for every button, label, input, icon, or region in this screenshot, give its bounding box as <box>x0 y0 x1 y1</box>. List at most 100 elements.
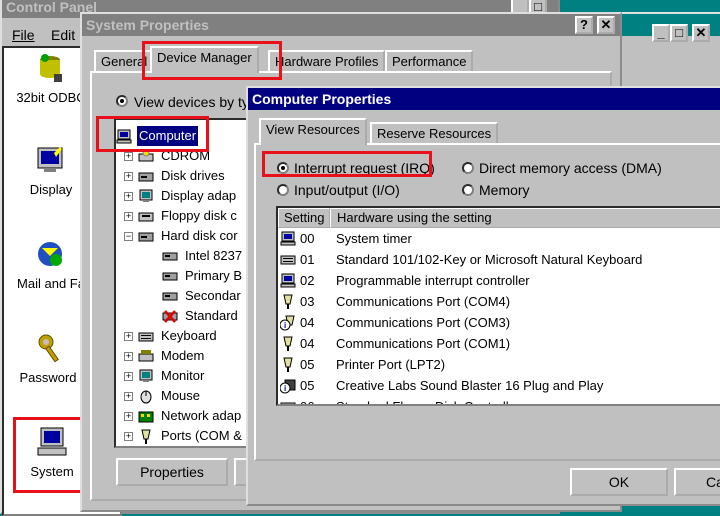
expand-icon[interactable]: + <box>124 352 133 361</box>
resource-row[interactable]: 00 System timer <box>278 228 720 249</box>
background-close-button[interactable]: ✕ <box>692 24 710 42</box>
column-hardware-label: Hardware using the setting <box>337 210 492 225</box>
resource-setting: 05 <box>300 378 315 393</box>
computer-properties-titlebar[interactable]: Computer Properties <box>248 88 720 110</box>
list-header: Setting Hardware using the setting <box>278 208 720 228</box>
expand-icon[interactable]: + <box>124 192 133 201</box>
cancel-button[interactable]: Ca <box>674 468 720 496</box>
controller-icon <box>162 269 178 283</box>
menu-edit[interactable]: Edit <box>51 27 75 43</box>
dma-label[interactable]: Direct memory access (DMA) <box>479 160 662 176</box>
resource-row[interactable]: 03 Communications Port (COM4) <box>278 291 720 312</box>
controller-icon <box>162 249 178 263</box>
computer-icon <box>280 231 296 246</box>
expand-icon[interactable]: + <box>124 172 133 181</box>
expand-icon[interactable]: + <box>124 392 133 401</box>
computer-properties-window: Computer Properties View Resources Reser… <box>246 86 720 506</box>
keyboard-icon <box>280 252 296 266</box>
computer-icon <box>37 427 67 456</box>
dma-radio[interactable] <box>462 162 474 174</box>
help-button[interactable]: ? <box>575 16 593 34</box>
tree-node-label: Secondar <box>185 288 241 303</box>
tree-node-label: Hard disk cor <box>161 228 238 243</box>
tree-node-label: Mouse <box>161 388 201 403</box>
memory-radio[interactable] <box>462 184 474 196</box>
disk-icon <box>138 169 154 183</box>
floppy-icon <box>138 209 154 223</box>
resource-row[interactable]: i 05 Creative Labs Sound Blaster 16 Plug a… <box>278 375 720 396</box>
resource-list[interactable]: Setting Hardware using the setting 00 Sys… <box>276 206 720 406</box>
tab-hardware-profiles[interactable]: Hardware Profiles <box>268 50 386 72</box>
resource-row[interactable]: i 04 Communications Port (COM3) <box>278 312 720 333</box>
tree-node-label: Intel 8237 <box>185 248 243 263</box>
resource-row[interactable]: 01 Standard 101/102-Key or Microsoft Natu… <box>278 249 720 270</box>
svg-text:i: i <box>284 321 286 330</box>
resource-row[interactable]: 02 Programmable interrupt controller <box>278 270 720 291</box>
expand-icon[interactable]: + <box>124 432 133 441</box>
view-by-type-radio[interactable] <box>116 95 128 107</box>
column-hardware[interactable]: Hardware using the setting <box>330 208 720 228</box>
resource-hardware: Printer Port (LPT2) <box>336 357 446 372</box>
tab-general[interactable]: General <box>94 50 155 72</box>
expand-icon[interactable]: + <box>124 332 133 341</box>
memory-label[interactable]: Memory <box>479 182 530 198</box>
tree-node-label: Standard <box>185 308 238 323</box>
resource-hardware: Communications Port (COM3) <box>336 315 511 330</box>
tab-performance[interactable]: Performance <box>385 50 474 72</box>
background-minimize-button[interactable]: _ <box>652 24 670 42</box>
menu-file[interactable]: File <box>12 27 35 43</box>
expand-icon[interactable]: + <box>124 212 133 221</box>
io-label[interactable]: Input/output (I/O) <box>294 182 400 198</box>
tree-node-label: Primary B <box>185 268 243 283</box>
resource-setting: 05 <box>300 357 315 372</box>
irq-label[interactable]: Interrupt request (IRQ) <box>294 160 435 176</box>
resource-row[interactable]: 05 Printer Port (LPT2) <box>278 354 720 375</box>
system-properties-close-button[interactable]: ✕ <box>597 16 615 34</box>
tab-device-manager[interactable]: Device Manager <box>150 46 259 73</box>
tree-node-label: Disk drives <box>161 168 225 183</box>
resource-setting: 01 <box>300 252 315 267</box>
computer-properties-title: Computer Properties <box>252 91 392 107</box>
irq-radio[interactable] <box>277 162 289 174</box>
column-setting-label: Setting <box>284 210 325 225</box>
mouse-icon <box>138 389 154 404</box>
resource-setting: 00 <box>300 231 315 246</box>
expand-icon[interactable]: + <box>124 372 133 381</box>
device-tree[interactable]: Computer + CDROM + Disk drives + Display adap +… <box>114 118 254 448</box>
tab-view-resources[interactable]: View Resources <box>259 118 367 145</box>
tab-general-label: General <box>101 54 148 69</box>
error-controller-icon <box>162 309 178 323</box>
column-setting[interactable]: Setting <box>278 208 330 228</box>
background-maximize-button[interactable]: □ <box>670 24 688 42</box>
tree-node-label: Display adap <box>161 188 237 203</box>
view-by-type-label[interactable]: View devices by typ <box>134 94 257 110</box>
expand-icon[interactable]: + <box>124 152 133 161</box>
tab-reserve-resources[interactable]: Reserve Resources <box>370 122 499 144</box>
monitor-icon <box>138 189 154 203</box>
system-properties-titlebar[interactable]: System Properties <box>82 14 620 36</box>
tab-performance-label: Performance <box>392 54 467 69</box>
key-icon <box>38 334 59 363</box>
resource-setting: 04 <box>300 336 315 351</box>
resource-hardware: Standard Floppy Disk Controller <box>336 396 520 404</box>
resource-row[interactable]: 06 Standard Floppy Disk Controller <box>278 396 720 404</box>
io-radio[interactable] <box>277 184 289 196</box>
computer-icon <box>116 129 132 144</box>
system-properties-title: System Properties <box>86 17 209 33</box>
properties-button-label: Properties <box>140 464 204 480</box>
tab-hardware-profiles-label: Hardware Profiles <box>275 54 379 69</box>
tree-node-label: Floppy disk c <box>161 208 237 223</box>
resource-hardware: Communications Port (COM1) <box>336 336 511 351</box>
tab-device-manager-label: Device Manager <box>157 50 252 65</box>
ok-button[interactable]: OK <box>570 468 668 496</box>
display-icon <box>37 147 63 172</box>
resource-setting: 03 <box>300 294 315 309</box>
properties-button[interactable]: Properties <box>116 458 228 486</box>
collapse-icon[interactable]: − <box>124 232 133 241</box>
expand-icon[interactable]: + <box>124 412 133 421</box>
tree-node-label: Monitor <box>161 368 205 383</box>
resource-row[interactable]: 04 Communications Port (COM1) <box>278 333 720 354</box>
ok-button-label: OK <box>608 474 630 490</box>
resource-hardware: Programmable interrupt controller <box>336 273 530 288</box>
resource-hardware: Standard 101/102-Key or Microsoft Natura… <box>336 252 643 267</box>
